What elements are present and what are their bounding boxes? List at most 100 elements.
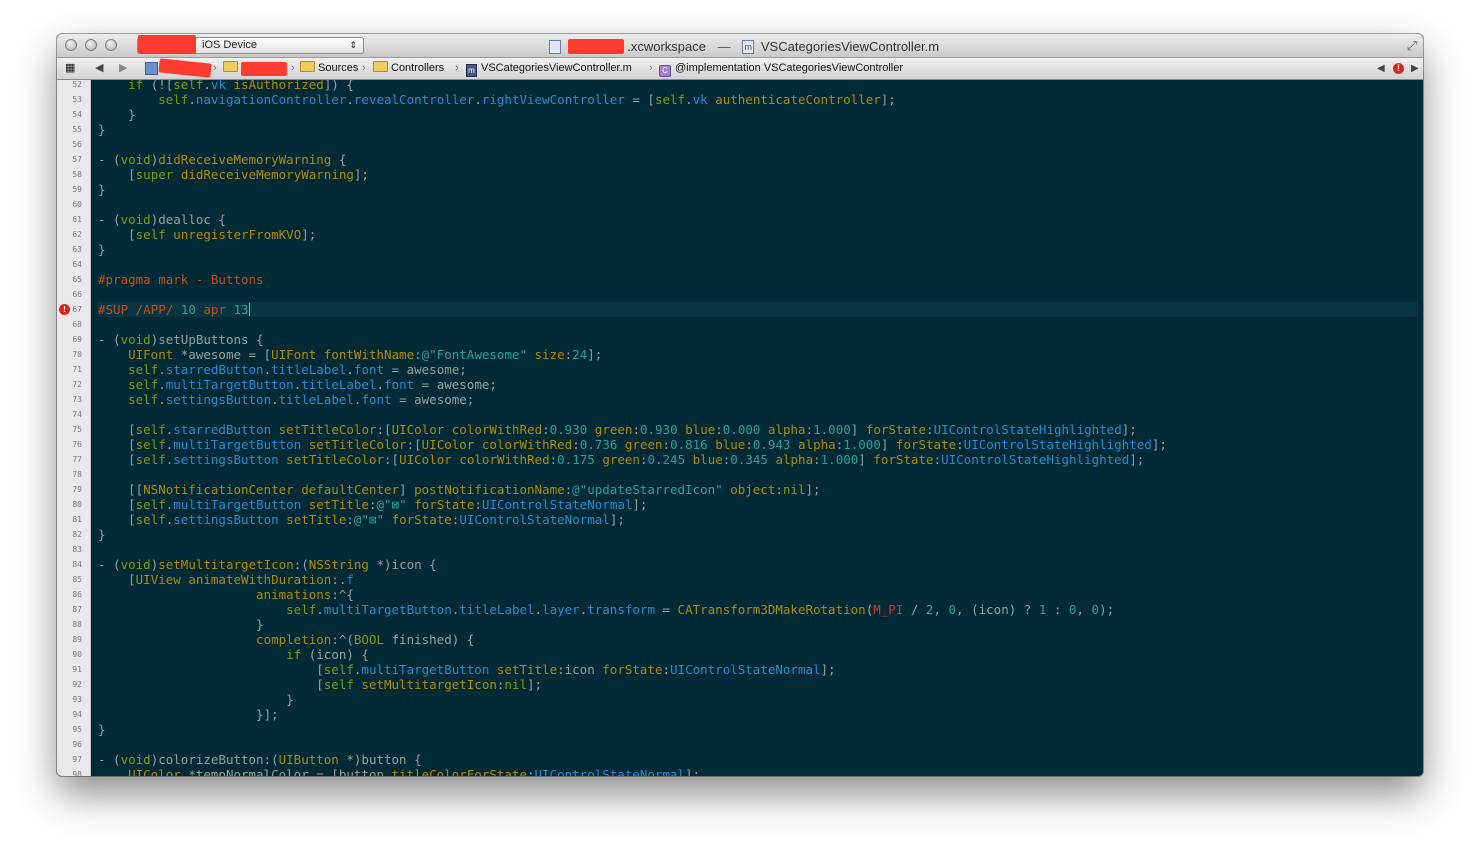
code-line[interactable]: 92 [self setMultitargetIcon:nil]; — [57, 677, 1423, 692]
xcode-window: iOS Device ⇕ .xcworkspace — m VSCategori… — [57, 34, 1423, 776]
breadcrumb-separator: › — [291, 62, 295, 74]
code-line[interactable]: 67! #SUP /APP/ 10 apr 13 — [57, 302, 1423, 317]
code-line[interactable]: 94 }]; — [57, 707, 1423, 722]
code-line[interactable]: 63} — [57, 242, 1423, 257]
code-line[interactable]: 84 - (void)setMultitargetIcon:(NSString *… — [57, 557, 1423, 572]
breadcrumb-folder-redacted[interactable] — [223, 58, 241, 79]
code-line[interactable]: 79 [[NSNotificationCenter defaultCenter]… — [57, 482, 1423, 497]
code-line[interactable]: 77 [self.settingsButton setTitleColor:[U… — [57, 452, 1423, 467]
code-line[interactable]: 57 - (void)didReceiveMemoryWarning { — [57, 152, 1423, 167]
code-line[interactable]: 69 - (void)setUpButtons { — [57, 332, 1423, 347]
issue-indicator[interactable]: ! — [1393, 58, 1404, 79]
code-line[interactable]: 60 — [57, 197, 1423, 212]
folder-icon — [223, 61, 238, 72]
line-number: 71 — [72, 365, 82, 374]
line-number: 62 — [72, 230, 82, 239]
code-line[interactable]: 73 self.settingsButton.titleLabel.font =… — [57, 392, 1423, 407]
code-line[interactable]: 80 [self.multiTargetButton setTitle:@"⊠"… — [57, 497, 1423, 512]
class-icon: C — [659, 65, 671, 77]
code-line[interactable]: 66 — [57, 287, 1423, 302]
code-line[interactable]: 93 } — [57, 692, 1423, 707]
back-arrow-icon[interactable]: ◀ — [95, 58, 103, 79]
code-line[interactable]: 75 [self.starredButton setTitleColor:[UI… — [57, 422, 1423, 437]
next-issue-icon[interactable]: ▶ — [1411, 58, 1419, 79]
breadcrumb-separator: › — [455, 62, 459, 74]
error-icon[interactable]: ! — [59, 304, 70, 315]
breadcrumb-sources[interactable]: Sources — [300, 58, 358, 79]
code-line[interactable]: 70 UIFont *awesome = [UIFont fontWithNam… — [57, 347, 1423, 362]
line-number: 76 — [72, 440, 82, 449]
code-line[interactable]: 64 — [57, 257, 1423, 272]
m-file-icon: m — [742, 39, 755, 54]
project-icon[interactable] — [145, 62, 158, 75]
code-area[interactable]: 52 if (![self.vk isAuthorized]) {53 self… — [57, 80, 1423, 776]
code-line[interactable]: 62 [self unregisterFromKVO]; — [57, 227, 1423, 242]
code-line[interactable]: 98 UIColor *tempNormalColor = [button ti… — [57, 767, 1423, 776]
line-number: 97 — [72, 755, 82, 764]
code-line[interactable]: 53 self.navigationController.revealContr… — [57, 92, 1423, 107]
code-line[interactable]: 88 } — [57, 617, 1423, 632]
code-line[interactable]: 97 - (void)colorizeButton:(UIButton *)but… — [57, 752, 1423, 767]
code-line[interactable]: 68 — [57, 317, 1423, 332]
breadcrumb-controllers[interactable]: Controllers — [373, 58, 444, 79]
previous-issue-icon[interactable]: ◀ — [1377, 58, 1385, 79]
code-line[interactable]: 83 — [57, 542, 1423, 557]
source-editor[interactable]: 52 if (![self.vk isAuthorized]) {53 self… — [57, 80, 1423, 776]
scheme-destination: iOS Device — [202, 39, 258, 51]
code-text: [super didReceiveMemoryWarning]; — [98, 167, 369, 182]
code-line[interactable]: 55} — [57, 122, 1423, 137]
code-line[interactable]: 85 [UIView animateWithDuration:.f — [57, 572, 1423, 587]
line-number: 80 — [72, 500, 82, 509]
code-text: [self.multiTargetButton setTitleColor:[U… — [98, 437, 1167, 452]
code-line[interactable]: 58 [super didReceiveMemoryWarning]; — [57, 167, 1423, 182]
close-window-button[interactable] — [65, 39, 77, 51]
line-number: 89 — [72, 635, 82, 644]
code-line[interactable]: 76 [self.multiTargetButton setTitleColor… — [57, 437, 1423, 452]
code-line[interactable]: 95} — [57, 722, 1423, 737]
line-number: 77 — [72, 455, 82, 464]
title-bar: iOS Device ⇕ .xcworkspace — m VSCategori… — [57, 34, 1423, 58]
code-line[interactable]: 52 if (![self.vk isAuthorized]) { — [57, 80, 1423, 92]
code-line[interactable]: 72 self.multiTargetButton.titleLabel.fon… — [57, 377, 1423, 392]
minimize-window-button[interactable] — [85, 39, 97, 51]
forward-arrow-icon[interactable]: ▶ — [119, 58, 127, 79]
window-title-file: VSCategoriesViewController.m — [760, 39, 940, 55]
code-line[interactable]: 78 — [57, 467, 1423, 482]
grid-icon[interactable]: ▦ — [65, 58, 75, 79]
code-text: - (void)setUpButtons { — [98, 332, 264, 347]
code-line[interactable]: 96 — [57, 737, 1423, 752]
code-line[interactable]: 91 [self.multiTargetButton setTitle:icon… — [57, 662, 1423, 677]
code-line[interactable]: 86 animations:^{ — [57, 587, 1423, 602]
breadcrumb-file[interactable]: m VSCategoriesViewController.m — [466, 58, 632, 79]
code-line[interactable]: 90 if (icon) { — [57, 647, 1423, 662]
code-line[interactable]: 61 - (void)dealloc { — [57, 212, 1423, 227]
code-line[interactable]: 82} — [57, 527, 1423, 542]
line-number: 78 — [72, 470, 82, 479]
scheme-selector[interactable]: iOS Device ⇕ — [137, 35, 364, 54]
code-line[interactable]: 54 } — [57, 107, 1423, 122]
line-number: 93 — [72, 695, 82, 704]
code-text: if (icon) { — [286, 647, 369, 662]
line-number: 57 — [72, 155, 82, 164]
code-line[interactable]: 65 #pragma mark - Buttons — [57, 272, 1423, 287]
code-text: - (void)dealloc { — [98, 212, 226, 227]
zoom-window-button[interactable] — [105, 39, 117, 51]
code-line[interactable]: 87 self.multiTargetButton.titleLabel.lay… — [57, 602, 1423, 617]
code-line[interactable]: 81 [self.settingsButton setTitle:@"⊠" fo… — [57, 512, 1423, 527]
fullscreen-icon[interactable]: ⤢ — [1407, 38, 1417, 54]
code-line[interactable]: 71 self.starredButton.titleLabel.font = … — [57, 362, 1423, 377]
redaction-mark — [567, 39, 624, 55]
line-number: 94 — [72, 710, 82, 719]
line-number: 79 — [72, 485, 82, 494]
code-line[interactable]: 74 — [57, 407, 1423, 422]
code-line[interactable]: 59} — [57, 182, 1423, 197]
code-text: completion:^(BOOL finished) { — [256, 632, 475, 647]
code-line[interactable]: 56 — [57, 137, 1423, 152]
breadcrumb-implementation[interactable]: C @implementation VSCategoriesViewControl… — [659, 58, 903, 79]
code-text: } — [98, 527, 106, 542]
code-text: UIColor *tempNormalColor = [button title… — [128, 767, 701, 776]
code-line[interactable]: 89 completion:^(BOOL finished) { — [57, 632, 1423, 647]
